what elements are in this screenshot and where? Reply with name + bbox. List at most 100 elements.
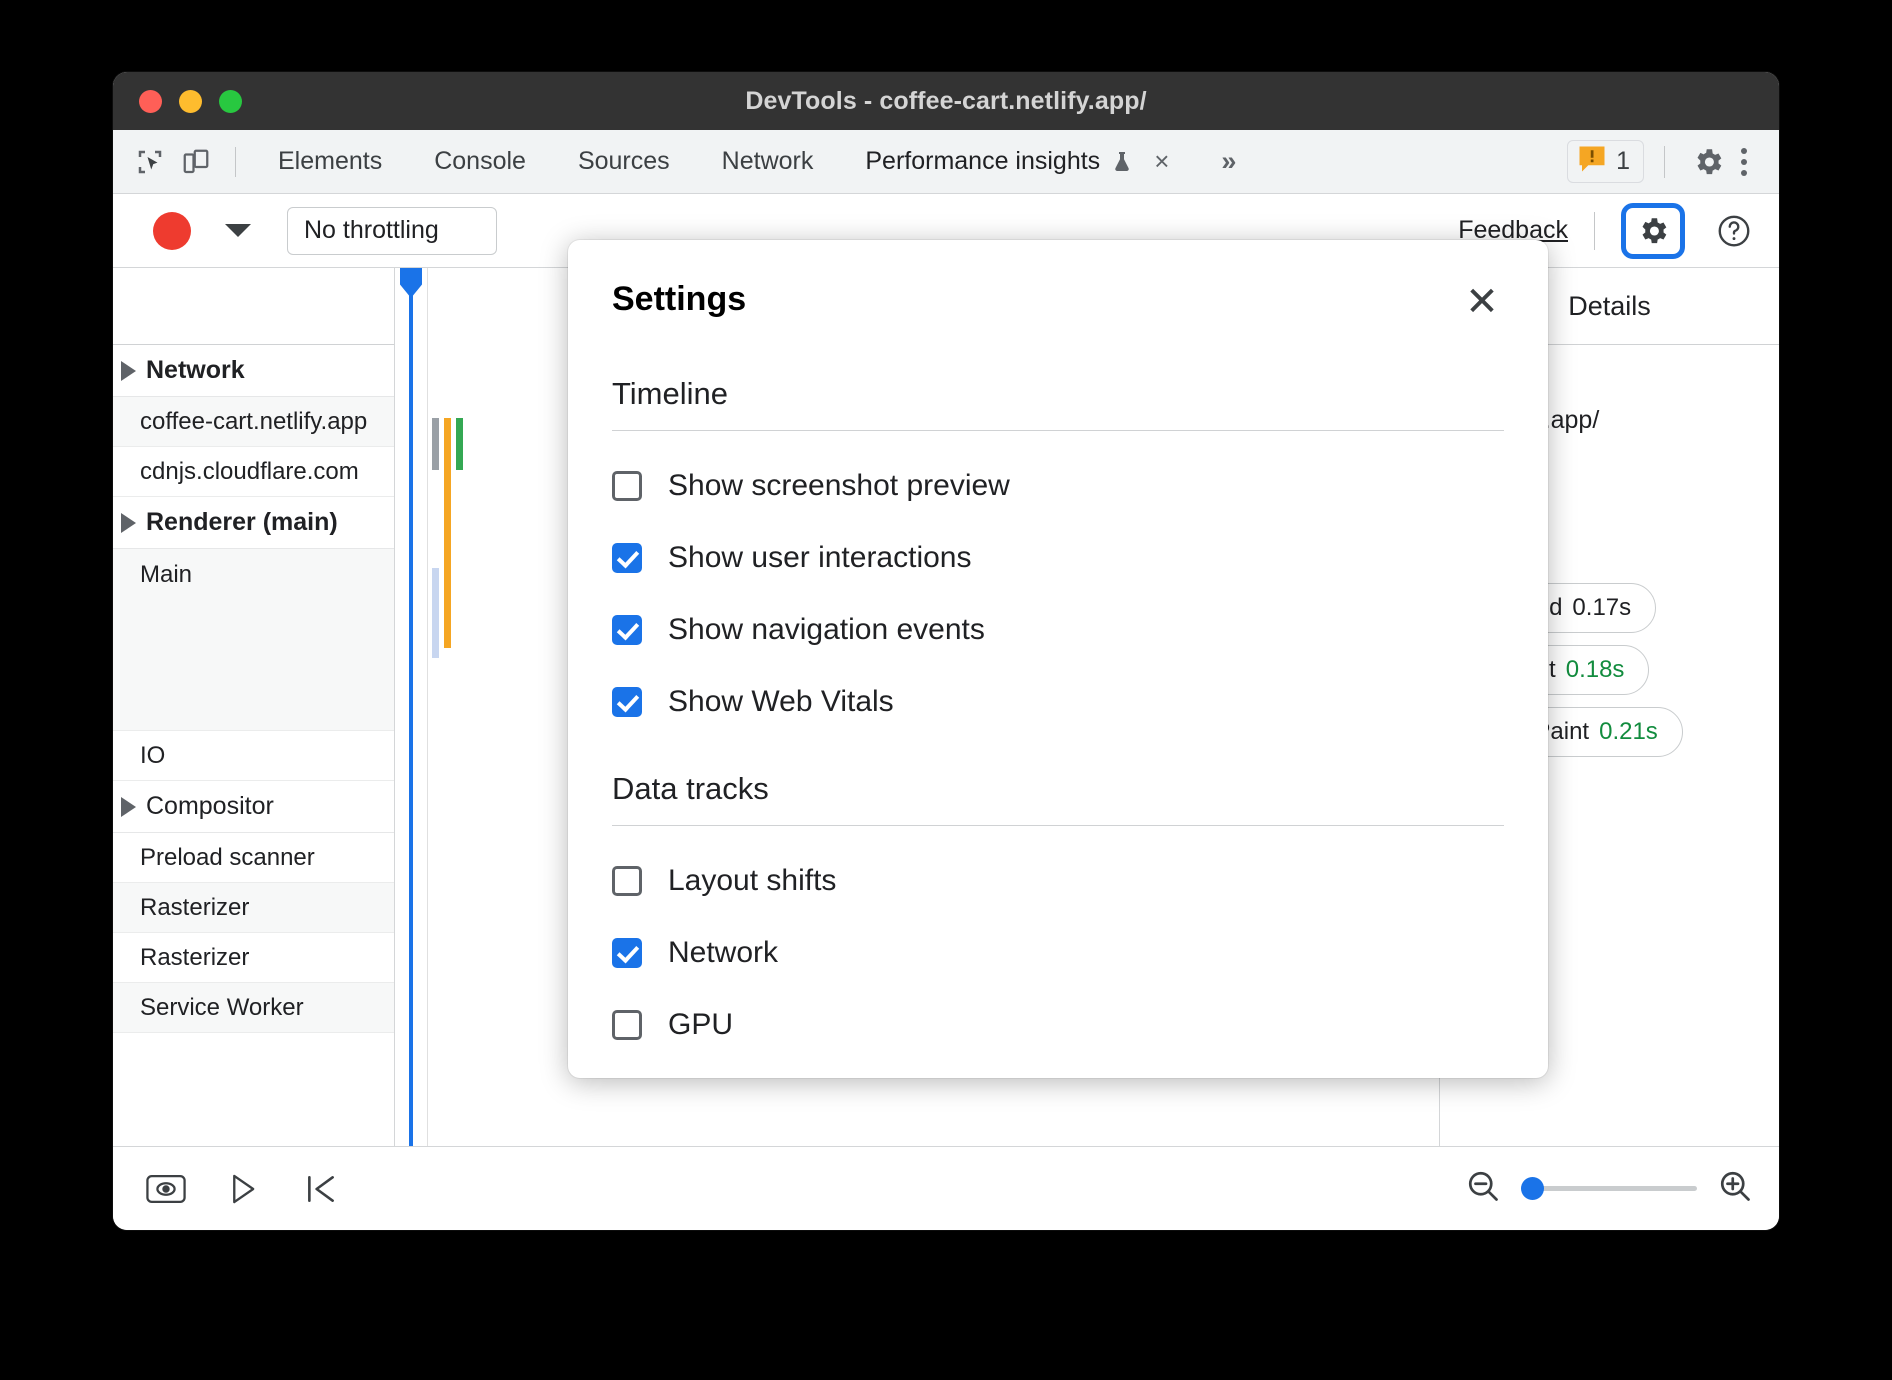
sidebar-item-service-worker[interactable]: Service Worker (113, 983, 394, 1033)
section-title-data-tracks: Data tracks (612, 771, 1504, 807)
close-icon[interactable]: ✕ (1460, 280, 1504, 324)
settings-dialog-title: Settings (612, 280, 746, 319)
tab-elements[interactable]: Elements (252, 130, 408, 193)
track-band (432, 568, 439, 658)
sidebar-group-label: Renderer (main) (146, 508, 338, 537)
sidebar-item-preload-scanner[interactable]: Preload scanner (113, 833, 394, 883)
option-show-web-vitals[interactable]: Show Web Vitals (612, 685, 1504, 719)
sidebar-group-renderer[interactable]: Renderer (main) (113, 497, 394, 549)
option-show-screenshot-preview[interactable]: Show screenshot preview (612, 469, 1504, 503)
chevron-down-icon[interactable] (225, 224, 251, 237)
record-button[interactable] (153, 212, 191, 250)
tab-label: Network (722, 147, 814, 176)
checkbox[interactable] (612, 543, 642, 573)
playhead-line (409, 268, 413, 1146)
devtools-tabbar: Elements Console Sources Network Perform… (113, 130, 1779, 194)
sidebar-item-cdnjs[interactable]: cdnjs.cloudflare.com (113, 447, 394, 497)
inspect-cursor-icon[interactable] (127, 139, 173, 185)
sidebar-item-label: coffee-cart.netlify.app (140, 408, 367, 436)
chevron-right-icon (121, 361, 136, 381)
sidebar-item-coffee-cart[interactable]: coffee-cart.netlify.app (113, 397, 394, 447)
tab-performance-insights[interactable]: Performance insights × (839, 130, 1195, 193)
toolbar-divider (1594, 212, 1595, 250)
section-divider (612, 825, 1504, 826)
option-show-user-interactions[interactable]: Show user interactions (612, 541, 1504, 575)
checkbox[interactable] (612, 1010, 642, 1040)
checkbox[interactable] (612, 866, 642, 896)
warning-badge[interactable]: 1 (1567, 140, 1644, 183)
close-tab-icon[interactable]: × (1154, 146, 1169, 177)
section-title-timeline: Timeline (612, 376, 1504, 412)
sidebar-group-label: Network (146, 356, 245, 385)
option-show-navigation-events[interactable]: Show navigation events (612, 613, 1504, 647)
option-label: Show screenshot preview (668, 469, 1010, 503)
metric-value: 0.21s (1599, 718, 1658, 746)
checkbox[interactable] (612, 615, 642, 645)
tabbar-divider (1664, 146, 1665, 178)
device-toolbar-icon[interactable] (173, 139, 219, 185)
option-layout-shifts[interactable]: Layout shifts (612, 864, 1504, 898)
window-titlebar: DevTools - coffee-cart.netlify.app/ (113, 72, 1779, 130)
checkbox[interactable] (612, 687, 642, 717)
checkbox[interactable] (612, 938, 642, 968)
zoom-slider[interactable] (1521, 1186, 1697, 1191)
zoom-in-icon[interactable] (1717, 1168, 1753, 1209)
sidebar-item-label: cdnjs.cloudflare.com (140, 458, 359, 486)
tab-sources[interactable]: Sources (552, 130, 696, 193)
metric-value: 0.18s (1566, 656, 1625, 684)
track-band (456, 418, 463, 470)
track-band (432, 418, 439, 470)
sidebar-item-label: Rasterizer (140, 944, 249, 972)
zoom-slider-handle[interactable] (1521, 1177, 1544, 1200)
jump-to-start-icon[interactable] (293, 1165, 349, 1213)
sidebar-header-spacer (113, 268, 394, 345)
sidebar-item-label: Service Worker (140, 994, 304, 1022)
checkbox[interactable] (612, 471, 642, 501)
sidebar-item-label: Main (113, 549, 394, 589)
devtools-window: DevTools - coffee-cart.netlify.app/ Elem… (113, 72, 1779, 1230)
tab-label: Sources (578, 147, 670, 176)
settings-dialog-header: Settings ✕ (568, 240, 1548, 324)
playhead-marker-icon[interactable] (400, 268, 422, 298)
metric-value: 0.17s (1572, 594, 1631, 622)
sidebar-item-label: IO (140, 742, 165, 770)
sidebar-group-label: Compositor (146, 792, 274, 821)
gear-icon[interactable] (1685, 139, 1731, 185)
chevron-right-icon (121, 797, 136, 817)
sidebar-item-label: Preload scanner (140, 844, 315, 872)
chevron-right-icon (121, 513, 136, 533)
timeline-playhead-strip[interactable] (395, 268, 428, 1146)
help-icon[interactable] (1711, 208, 1757, 254)
option-network[interactable]: Network (612, 936, 1504, 970)
tab-console[interactable]: Console (408, 130, 552, 193)
option-label: Show navigation events (668, 613, 985, 647)
play-icon[interactable] (215, 1165, 271, 1213)
option-label: Show user interactions (668, 541, 972, 575)
sidebar-item-rasterizer-2[interactable]: Rasterizer (113, 933, 394, 983)
settings-gear-button[interactable] (1621, 203, 1685, 259)
more-tabs-chevron-icon[interactable]: » (1221, 146, 1236, 177)
eye-icon[interactable] (139, 1165, 193, 1213)
toolbar-divider (235, 147, 236, 177)
option-label: Network (668, 936, 778, 970)
sidebar-group-compositor[interactable]: Compositor (113, 781, 394, 833)
tab-label: Elements (278, 147, 382, 176)
tab-network[interactable]: Network (696, 130, 840, 193)
throttling-value: No throttling (304, 216, 439, 245)
tab-label: Performance insights (865, 147, 1100, 176)
warning-count: 1 (1616, 147, 1630, 176)
tabbar-actions: 1 (1567, 139, 1765, 185)
throttling-select[interactable]: No throttling (287, 207, 497, 255)
sidebar-item-rasterizer-1[interactable]: Rasterizer (113, 883, 394, 933)
option-label: Show Web Vitals (668, 685, 894, 719)
sidebar-item-io[interactable]: IO (113, 731, 394, 781)
settings-dialog: Settings ✕ Timeline Show screenshot prev… (568, 240, 1548, 1078)
sidebar-group-network[interactable]: Network (113, 345, 394, 397)
sidebar-item-main[interactable]: Main (113, 549, 394, 731)
section-divider (612, 430, 1504, 431)
settings-dialog-body: Timeline Show screenshot preview Show us… (568, 376, 1548, 1078)
zoom-out-icon[interactable] (1465, 1168, 1501, 1209)
option-gpu[interactable]: GPU (612, 1008, 1504, 1042)
warning-bubble-icon (1577, 145, 1607, 178)
kebab-menu-icon[interactable] (1731, 148, 1765, 176)
